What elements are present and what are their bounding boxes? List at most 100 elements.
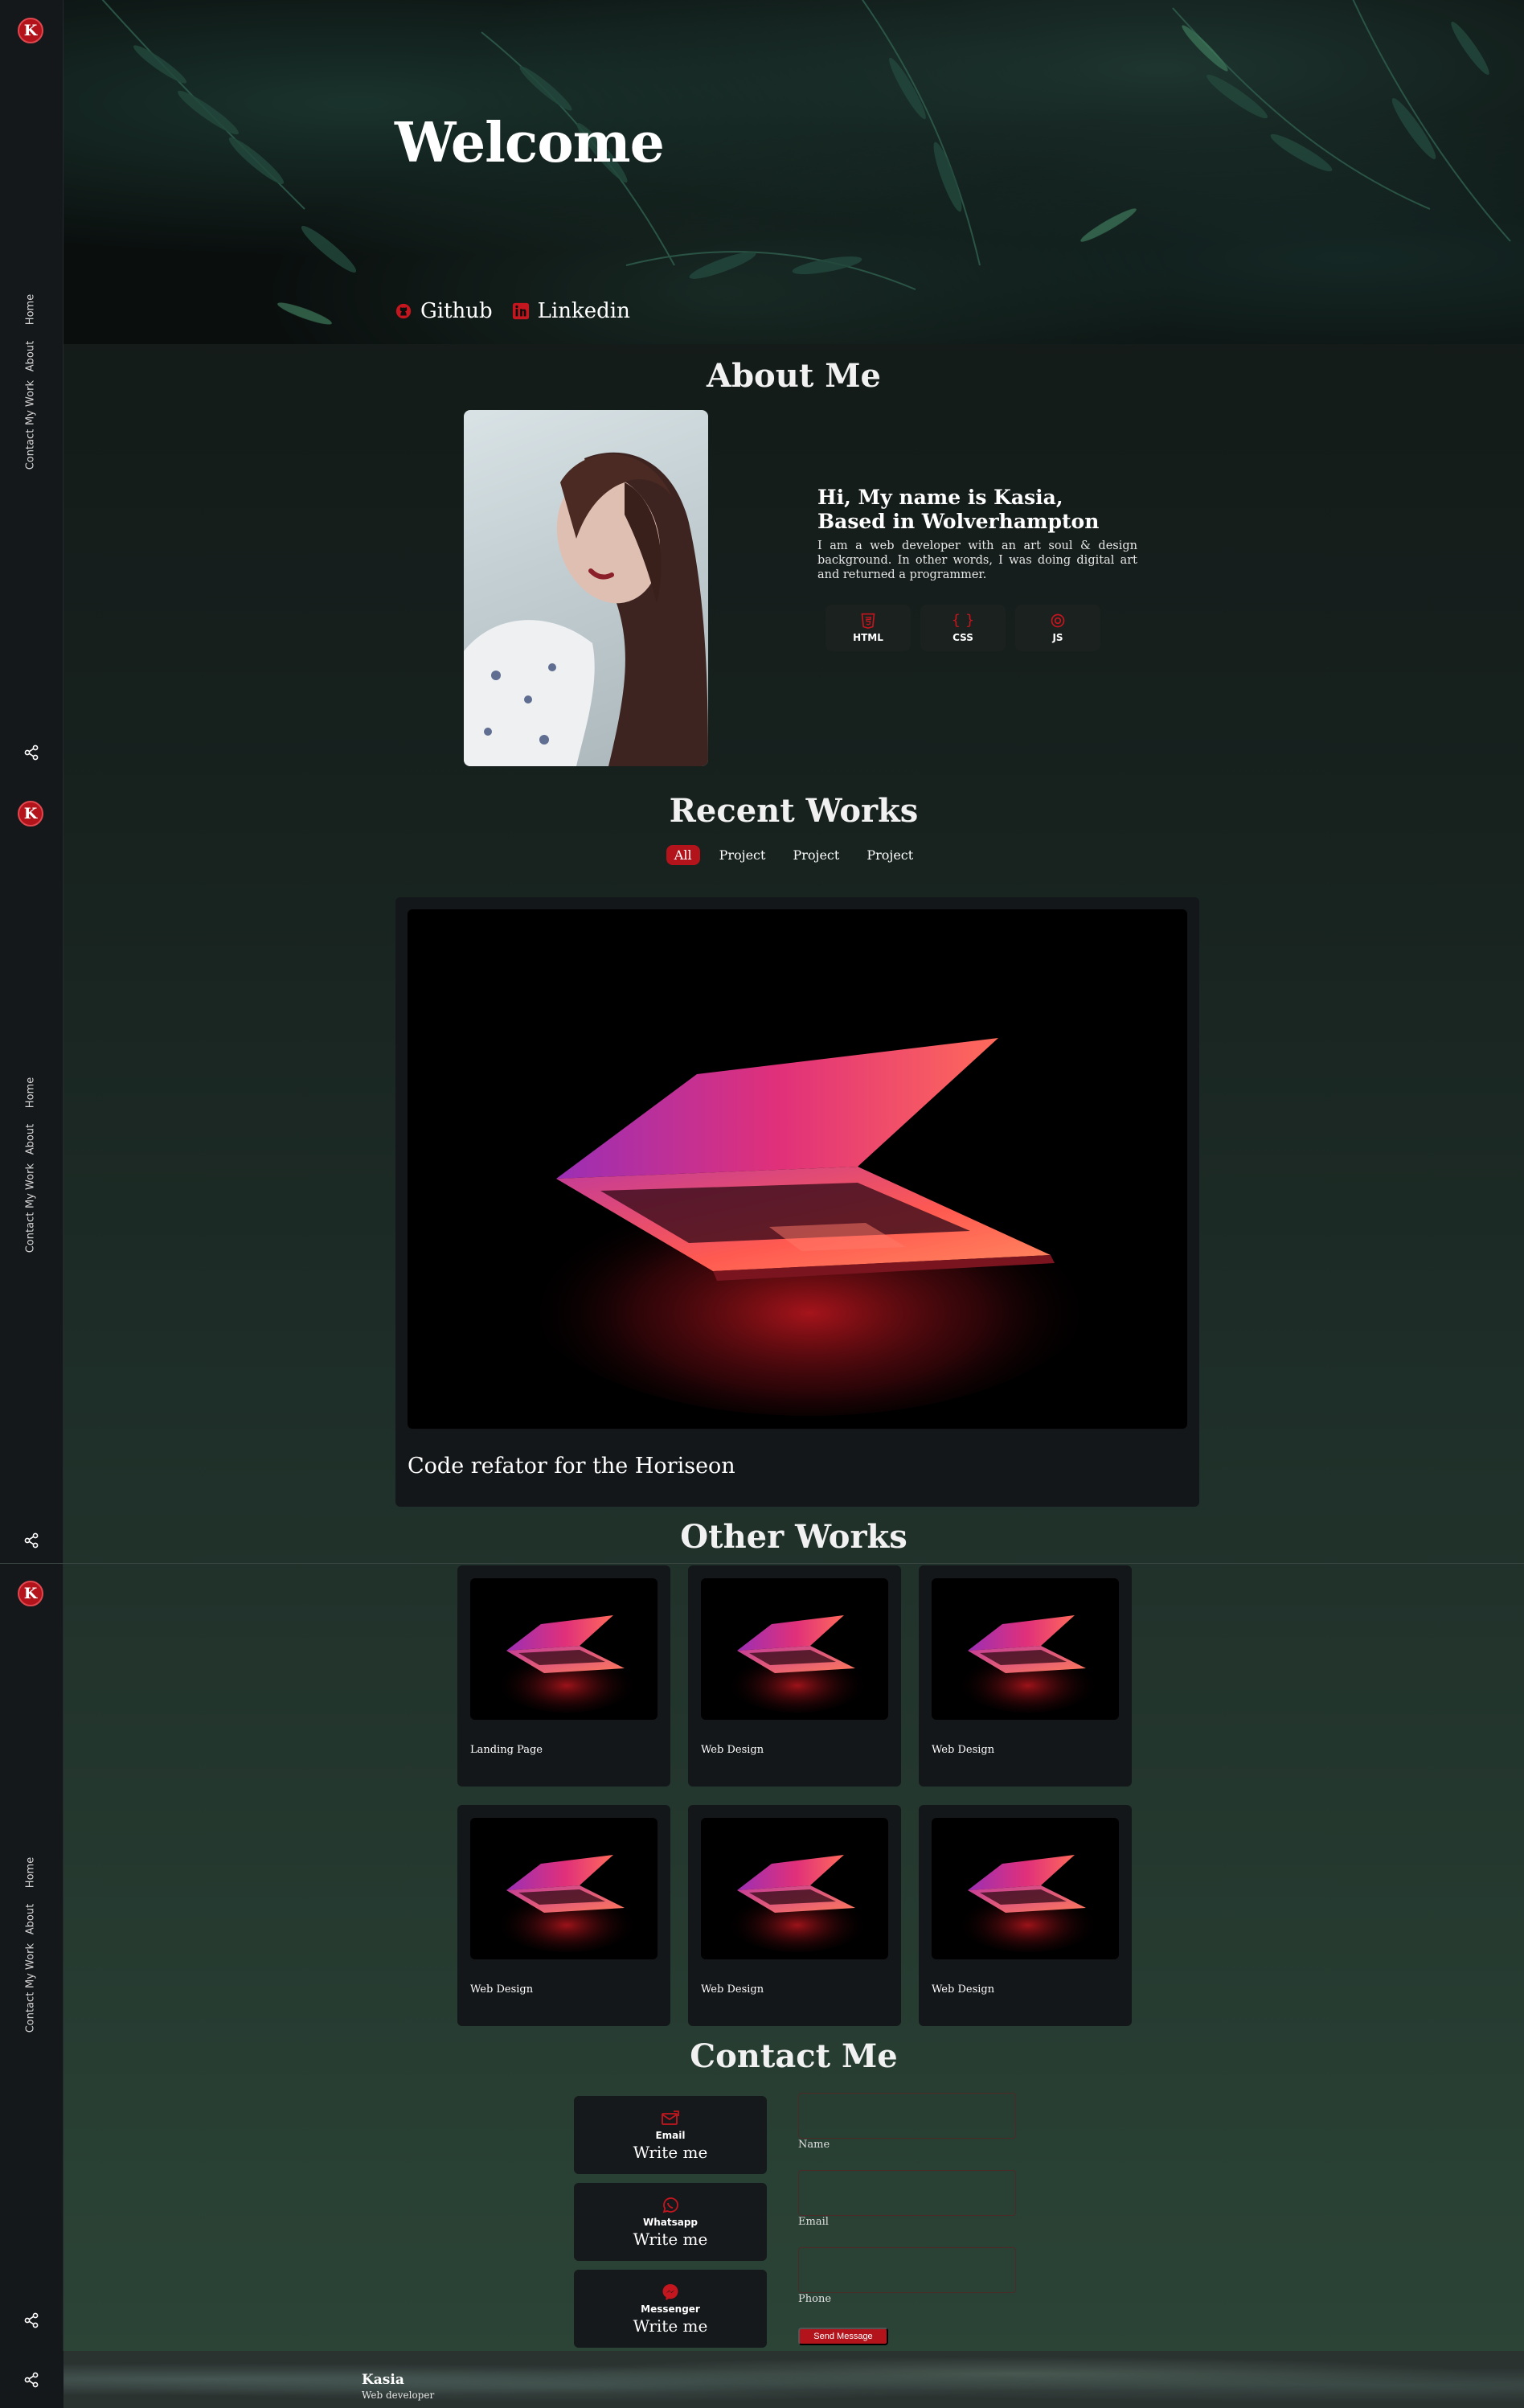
nav-contact[interactable]: Contact: [14, 426, 47, 473]
footer-sidebar: [0, 2351, 63, 2408]
nav-home-label: Home: [24, 1077, 37, 1109]
work-title: Web Design: [701, 1744, 764, 1756]
share-icon[interactable]: [22, 1531, 41, 1550]
recent-works-title: Recent Works: [669, 792, 919, 830]
nav-my-work[interactable]: My Work: [14, 1163, 47, 1209]
filter-project[interactable]: Project: [711, 845, 774, 865]
nav-about[interactable]: About: [14, 333, 47, 379]
contact-messenger-card[interactable]: Messenger Write me: [574, 2270, 767, 2348]
sidebar: K Home About My Work Contact: [0, 783, 63, 1563]
nav-my-work-label: My Work: [24, 1943, 37, 1988]
skill-css-label: CSS: [952, 632, 973, 643]
skill-html-label: HTML: [853, 632, 883, 643]
nav-my-work-label: My Work: [24, 380, 37, 425]
share-icon[interactable]: [22, 2311, 41, 2330]
work-title: Web Design: [932, 1744, 995, 1756]
linkedin-link[interactable]: Linkedin: [512, 299, 630, 323]
work-thumbnail: [701, 1578, 888, 1720]
footer: Kasia Web developer: [63, 2351, 1524, 2408]
html5-icon: [861, 613, 875, 629]
skill-html: HTML: [826, 605, 911, 651]
work-card[interactable]: Web Design: [688, 1565, 901, 1787]
featured-work-caption: Code refator for the Horiseon: [408, 1454, 735, 1479]
messenger-icon: [662, 2283, 678, 2300]
name-label: Name: [798, 2139, 830, 2151]
other-works-title: Other Works: [680, 1518, 907, 1556]
email-icon: [662, 2110, 679, 2125]
nav-contact[interactable]: Contact: [14, 1209, 47, 1256]
email-label: Email: [798, 2216, 829, 2228]
github-label: Github: [420, 299, 493, 323]
nav-home-label: Home: [24, 293, 37, 326]
featured-work-card[interactable]: Code refator for the Horiseon: [395, 897, 1199, 1507]
contact-whatsapp-link[interactable]: Write me: [633, 2230, 708, 2249]
about-heading: Hi, My name is Kasia, Based in Wolverham…: [817, 486, 1100, 533]
work-card[interactable]: Web Design: [688, 1805, 901, 2026]
linkedin-icon: [512, 302, 529, 320]
nav-my-work-label: My Work: [24, 1163, 37, 1208]
whatsapp-icon: [662, 2197, 678, 2213]
work-card[interactable]: Web Design: [919, 1565, 1132, 1787]
email-input[interactable]: [798, 2170, 1016, 2216]
linkedin-label: Linkedin: [537, 299, 630, 323]
filter-project[interactable]: Project: [785, 845, 847, 865]
share-icon[interactable]: [22, 743, 41, 762]
filter-project[interactable]: Project: [858, 845, 921, 865]
filter-all[interactable]: All: [666, 845, 700, 865]
footer-role: Web developer: [362, 2390, 435, 2401]
name-input[interactable]: [798, 2093, 1016, 2139]
logo[interactable]: K: [18, 18, 43, 43]
nav-my-work[interactable]: My Work: [14, 1942, 47, 1989]
nav-about-label: About: [24, 1123, 37, 1155]
work-title: Landing Page: [470, 1744, 543, 1756]
work-card[interactable]: Landing Page: [457, 1565, 670, 1787]
contact-messenger-title: Messenger: [641, 2303, 700, 2315]
contact-email-link[interactable]: Write me: [633, 2143, 708, 2162]
contact-messenger-link[interactable]: Write me: [633, 2316, 708, 2336]
work-filters: All Project Project Project: [63, 845, 1524, 865]
braces-icon: { }: [951, 612, 975, 629]
js-icon: [1051, 613, 1065, 628]
nav-contact[interactable]: Contact: [14, 1989, 47, 2036]
nav-contact-label: Contact: [24, 429, 37, 470]
send-message-button[interactable]: Send Message: [798, 2328, 888, 2345]
sidebar-nav: Home About My Work Contact: [14, 1069, 47, 1256]
hero-background-image: [101, 0, 1511, 325]
nav-about-label: About: [24, 340, 37, 372]
contact-whatsapp-title: Whatsapp: [642, 2216, 698, 2228]
nav-home[interactable]: Home: [14, 1849, 47, 1896]
skill-js: JS: [1015, 605, 1100, 651]
logo[interactable]: K: [18, 1581, 43, 1606]
phone-input[interactable]: [798, 2247, 1016, 2293]
work-card[interactable]: Web Design: [457, 1805, 670, 2026]
nav-home-label: Home: [24, 1856, 37, 1889]
work-card[interactable]: Web Design: [919, 1805, 1132, 2026]
featured-work-image: [408, 909, 1187, 1429]
nav-my-work[interactable]: My Work: [14, 379, 47, 426]
sidebar: K Home About My Work Contact: [0, 0, 63, 783]
nav-home[interactable]: Home: [14, 286, 47, 333]
sidebar-nav: Home About My Work Contact: [14, 1849, 47, 2036]
github-link[interactable]: Github: [395, 299, 493, 323]
phone-label: Phone: [798, 2293, 832, 2305]
nav-about-label: About: [24, 1903, 37, 1935]
work-thumbnail: [470, 1818, 658, 1959]
skill-css: { } CSS: [920, 605, 1006, 651]
work-thumbnail: [701, 1818, 888, 1959]
nav-about[interactable]: About: [14, 1896, 47, 1942]
hero-social-links: Github Linkedin: [395, 299, 630, 323]
nav-home[interactable]: Home: [14, 1069, 47, 1116]
contact-title: Contact Me: [690, 2037, 898, 2075]
work-thumbnail: [932, 1578, 1119, 1720]
nav-about[interactable]: About: [14, 1116, 47, 1163]
contact-email-title: Email: [655, 2129, 686, 2141]
contact-email-card[interactable]: Email Write me: [574, 2096, 767, 2174]
contact-whatsapp-card[interactable]: Whatsapp Write me: [574, 2183, 767, 2261]
profile-photo: [464, 410, 708, 766]
github-icon: [395, 303, 412, 319]
logo[interactable]: K: [18, 801, 43, 827]
section-divider: [0, 1563, 1524, 1564]
hero-title: Welcome: [395, 111, 665, 175]
nav-contact-label: Contact: [24, 1992, 37, 2033]
share-icon[interactable]: [22, 2370, 41, 2390]
